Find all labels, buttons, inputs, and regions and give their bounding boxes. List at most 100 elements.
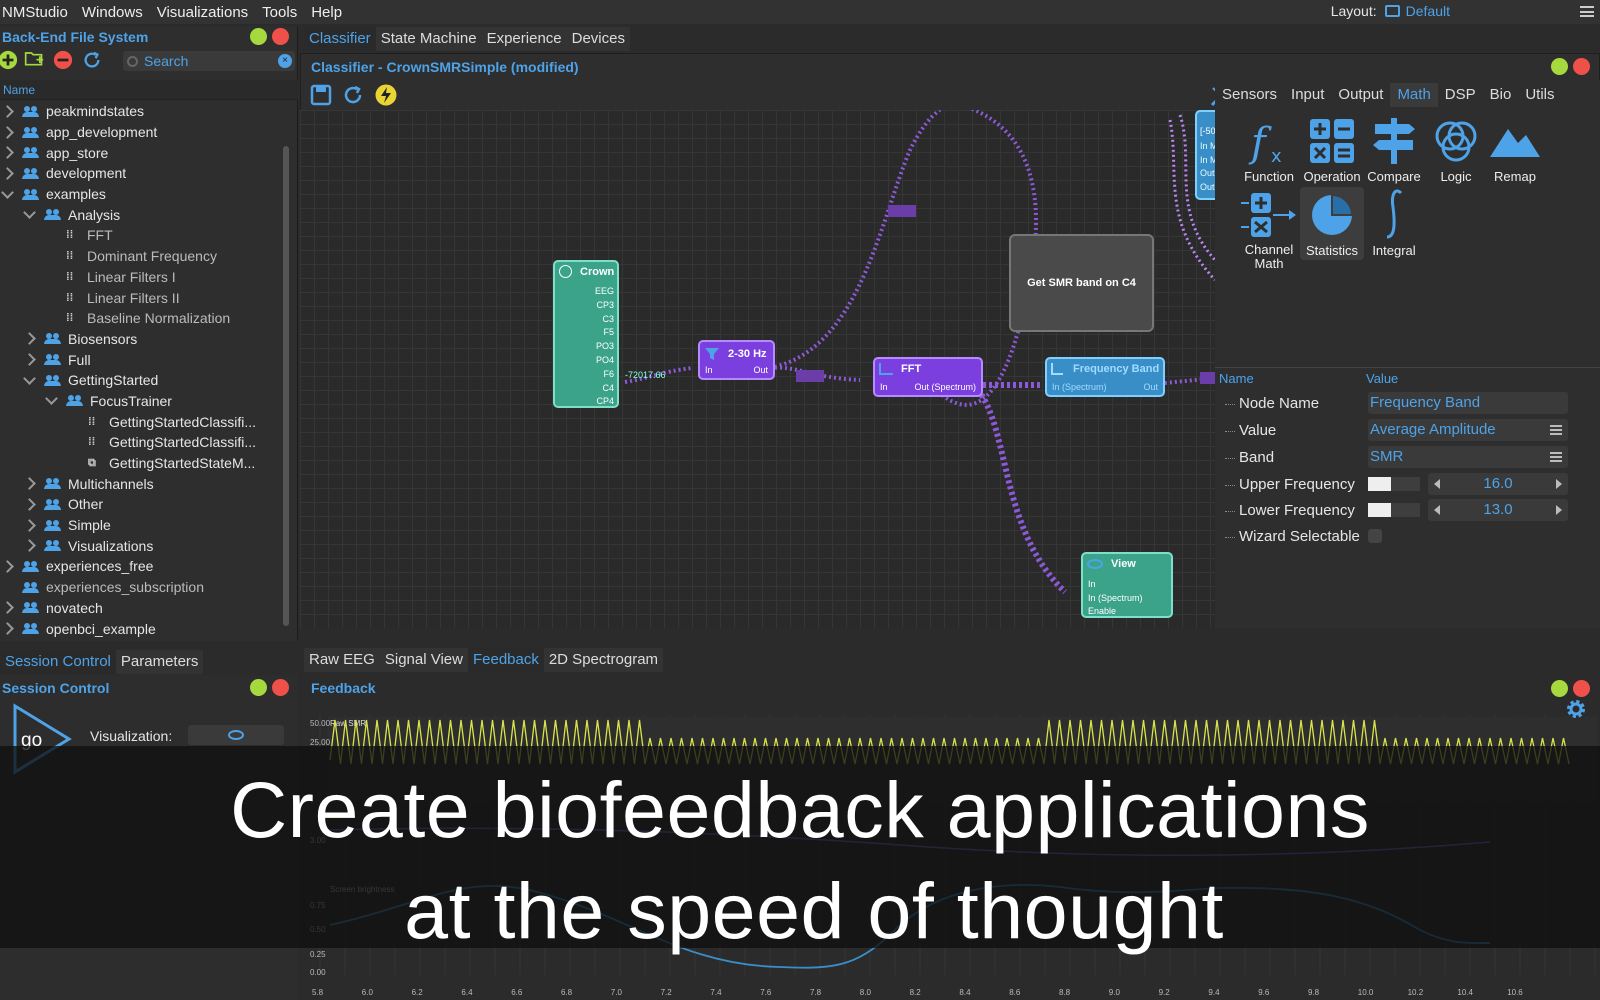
tab-state-machine[interactable]: State Machine xyxy=(375,27,482,51)
node-port[interactable]: C4 xyxy=(595,382,614,396)
node-port[interactable]: In xyxy=(1088,578,1143,592)
value-dropdown[interactable]: Average Amplitude xyxy=(1368,419,1568,441)
tab-session-control[interactable]: Session Control xyxy=(0,650,116,674)
tree-item[interactable]: openbci_example xyxy=(0,618,288,639)
clear-search-icon[interactable]: × xyxy=(278,54,292,68)
tree-item[interactable]: examples xyxy=(0,184,288,205)
tree-item[interactable]: Simple xyxy=(0,515,288,536)
hamburger-menu-icon[interactable] xyxy=(1580,6,1594,17)
palette-item-integral[interactable]: Integral xyxy=(1362,187,1426,258)
node-port[interactable]: Enable xyxy=(1088,605,1143,619)
tree-item[interactable]: Multichannels xyxy=(0,473,288,494)
node-port[interactable]: C3 xyxy=(595,313,614,327)
node-port[interactable]: PO3 xyxy=(595,340,614,354)
visualization-selector[interactable] xyxy=(188,725,284,745)
palette-tab-bio[interactable]: Bio xyxy=(1483,83,1519,107)
decrement-arrow-icon[interactable] xyxy=(1434,505,1440,515)
filter-in-port[interactable]: In xyxy=(705,365,713,375)
chevron-right-icon[interactable] xyxy=(1,622,14,635)
tree-item[interactable]: FocusTrainer xyxy=(0,391,288,412)
tab-feedback[interactable]: Feedback xyxy=(467,648,544,672)
session-close-button[interactable] xyxy=(272,679,289,696)
menu-windows[interactable]: Windows xyxy=(82,4,143,21)
upper-frequency-slider[interactable] xyxy=(1368,477,1420,491)
node-port[interactable]: CP3 xyxy=(595,299,614,313)
node-frequency-band[interactable]: Frequency Band In (Spectrum) Out xyxy=(1045,357,1165,397)
node-port[interactable]: In (Spectrum) xyxy=(1088,592,1143,606)
settings-gear-icon[interactable] xyxy=(1565,698,1587,720)
tree-item[interactable]: experiences_subscription xyxy=(0,577,288,598)
tab-classifier[interactable]: Classifier xyxy=(304,27,376,51)
delete-icon[interactable] xyxy=(53,50,73,70)
node-port[interactable]: In Min xyxy=(1200,154,1215,168)
node-port[interactable]: F6 xyxy=(595,368,614,382)
reload-icon[interactable] xyxy=(342,84,364,106)
upper-frequency-spinbox[interactable]: 16.0 xyxy=(1428,473,1568,495)
chevron-down-icon[interactable] xyxy=(23,371,36,385)
palette-tab-output[interactable]: Output xyxy=(1331,83,1390,107)
node-graph-canvas[interactable]: -72017.66 Crown EEG CP3 C3 F5 PO3 PO4 F6 C4 CP4 … xyxy=(300,110,1215,628)
fft-out-port[interactable]: Out (Spectrum) xyxy=(914,382,976,392)
palette-item-logic[interactable]: Logic xyxy=(1424,113,1488,184)
node-fft[interactable]: FFT In Out (Spectrum) xyxy=(873,357,983,397)
node-port[interactable]: In Max xyxy=(1200,140,1215,154)
chevron-right-icon[interactable] xyxy=(1,560,14,573)
tree-item[interactable]: Other xyxy=(0,494,288,515)
tab-raw-eeg[interactable]: Raw EEG xyxy=(304,648,380,672)
chevron-right-icon[interactable] xyxy=(1,125,14,139)
node-port[interactable]: F5 xyxy=(595,326,614,340)
menu-tools[interactable]: Tools xyxy=(262,4,297,21)
filter-out-port[interactable]: Out xyxy=(753,365,768,375)
file-tree-scrollbar[interactable] xyxy=(283,146,289,626)
tree-item[interactable]: ⁞⁞ Linear Filters II xyxy=(0,287,288,308)
lower-frequency-spinbox[interactable]: 13.0 xyxy=(1428,499,1568,521)
menu-visualizations[interactable]: Visualizations xyxy=(157,4,248,21)
chevron-right-icon[interactable] xyxy=(1,167,14,180)
tree-item[interactable]: ⁞⁞ Dominant Frequency xyxy=(0,246,288,267)
node-remap-partial[interactable]: [-50,5 In MaxIn MinOut MOut Mi xyxy=(1195,110,1215,200)
chevron-right-icon[interactable] xyxy=(23,539,36,553)
palette-item-compare[interactable]: Compare xyxy=(1362,113,1426,184)
tree-item[interactable]: development xyxy=(0,163,288,184)
band-out-port[interactable]: Out xyxy=(1143,382,1158,392)
classifier-float-button[interactable] xyxy=(1551,58,1568,75)
tree-item[interactable]: Full xyxy=(0,349,288,370)
chevron-right-icon[interactable] xyxy=(23,332,36,346)
tree-item[interactable]: ⁞⁞ Baseline Normalization xyxy=(0,308,288,329)
band-in-port[interactable]: In (Spectrum) xyxy=(1052,382,1107,392)
node-crown[interactable]: Crown EEG CP3 C3 F5 PO3 PO4 F6 C4 CP4 xyxy=(553,260,619,408)
tree-item[interactable]: ⁞⁞ GettingStartedClassifi... xyxy=(0,432,288,453)
classifier-close-button[interactable] xyxy=(1573,58,1590,75)
node-filter[interactable]: 2-30 Hz In Out xyxy=(698,340,775,380)
palette-tab-math[interactable]: Math xyxy=(1390,83,1438,107)
fft-in-port[interactable]: In xyxy=(880,382,888,392)
tree-item[interactable]: Analysis xyxy=(0,204,288,225)
layout-value[interactable]: Default xyxy=(1384,3,1450,19)
tree-item[interactable]: novatech xyxy=(0,598,288,619)
chevron-right-icon[interactable] xyxy=(1,601,14,615)
tree-item[interactable]: app_store xyxy=(0,142,288,163)
palette-item-remap[interactable]: Remap xyxy=(1483,113,1547,184)
palette-tab-sensors[interactable]: Sensors xyxy=(1215,83,1284,107)
tree-item[interactable]: ⧉ GettingStartedStateM... xyxy=(0,453,288,474)
refresh-icon[interactable] xyxy=(82,50,102,70)
increment-arrow-icon[interactable] xyxy=(1556,479,1562,489)
chevron-right-icon[interactable] xyxy=(1,104,14,118)
tree-item[interactable]: peakmindstates xyxy=(0,101,288,122)
tab-2d-spectrogram[interactable]: 2D Spectrogram xyxy=(543,648,664,672)
tree-item[interactable]: experiences_free xyxy=(0,556,288,577)
node-port[interactable]: Out Mi xyxy=(1200,181,1215,195)
palette-tab-utils[interactable]: Utils xyxy=(1518,83,1561,107)
palette-tab-input[interactable]: Input xyxy=(1284,83,1331,107)
lightning-icon[interactable] xyxy=(375,84,397,106)
chevron-down-icon[interactable] xyxy=(23,206,36,220)
band-dropdown[interactable]: SMR xyxy=(1368,446,1568,468)
node-port[interactable]: EEG xyxy=(595,285,614,299)
menu-help[interactable]: Help xyxy=(311,4,342,21)
menu-app[interactable]: NMStudio xyxy=(2,4,68,21)
chevron-down-icon[interactable] xyxy=(1,185,14,199)
node-port[interactable]: Out M xyxy=(1200,167,1215,181)
increment-arrow-icon[interactable] xyxy=(1556,505,1562,515)
chevron-right-icon[interactable] xyxy=(23,518,36,532)
tree-item[interactable]: ⁞⁞ FFT xyxy=(0,225,288,246)
